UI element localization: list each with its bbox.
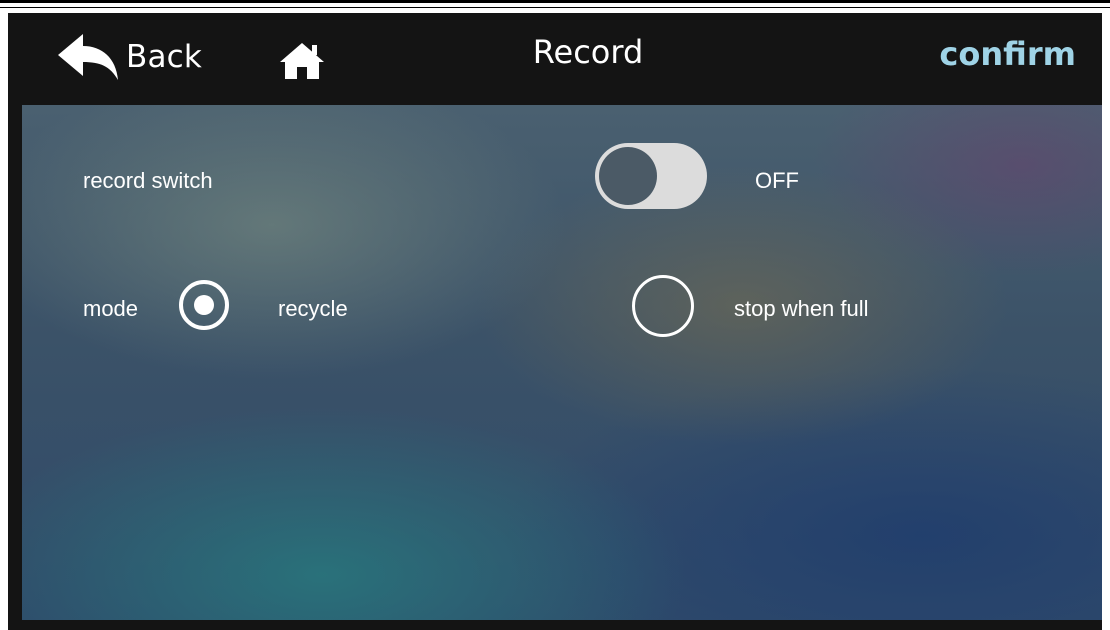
record-switch-label: record switch <box>83 168 213 193</box>
radio-recycle[interactable] <box>179 280 229 330</box>
toggle-knob <box>599 147 657 205</box>
record-switch-toggle[interactable] <box>595 143 707 209</box>
device-screen: Back Record confirm record switch OFF mo… <box>8 13 1102 630</box>
top-rule <box>0 0 1110 3</box>
page-title-text: Record <box>532 33 644 71</box>
option-recycle-label: recycle <box>278 296 348 321</box>
confirm-button[interactable]: confirm <box>939 35 1076 73</box>
page-title: Record <box>8 33 1102 71</box>
record-switch-state: OFF <box>755 168 799 193</box>
radio-selected-dot <box>194 295 214 315</box>
top-bar: Back Record confirm <box>8 13 1102 105</box>
mode-label: mode <box>83 296 139 321</box>
option-stop-when-full-label: stop when full <box>734 296 869 321</box>
frame: Back Record confirm record switch OFF mo… <box>0 0 1110 630</box>
settings-panel: record switch OFF mode recycle stop when… <box>22 105 1102 620</box>
radio-stop-when-full[interactable] <box>632 275 694 337</box>
top-rule-thin <box>0 7 1110 8</box>
